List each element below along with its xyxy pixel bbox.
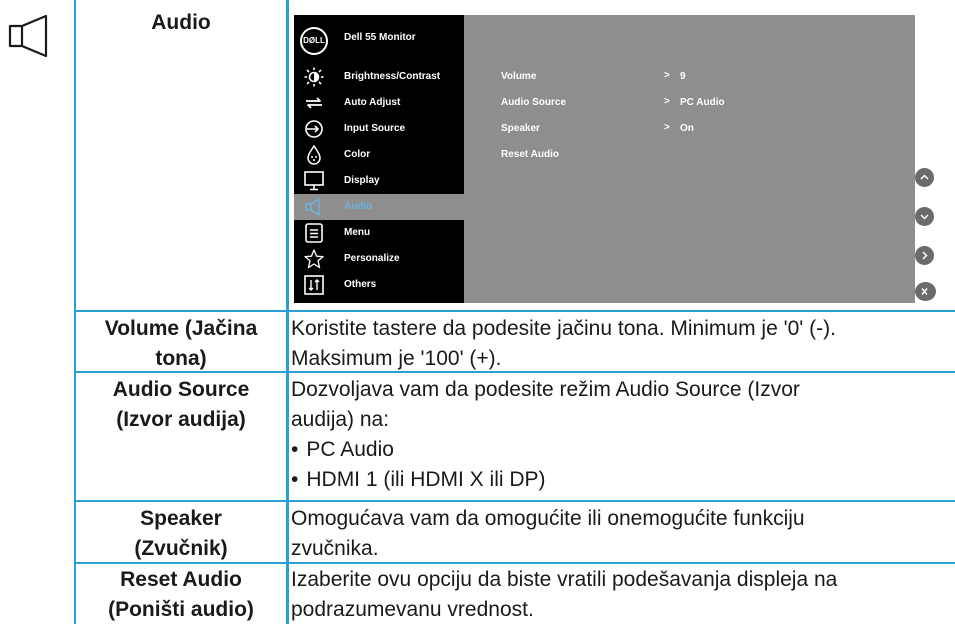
row-label-line: Speaker — [140, 507, 222, 530]
setting-volume-label[interactable]: Volume — [501, 71, 536, 82]
menu-item-label: Menu — [344, 227, 371, 238]
menu-item-personalize[interactable]: Personalize — [294, 246, 464, 272]
bullet-text: HDMI 1 (ili HDMI X ili DP) — [306, 468, 546, 491]
input-source-icon — [305, 120, 323, 138]
bullet-item: PC Audio — [291, 435, 951, 465]
row-label-line: Volume (Jačina — [104, 317, 258, 340]
desc-line: zvučnika. — [291, 537, 379, 560]
menu-item-brightness-contrast[interactable]: Brightness/Contrast — [294, 64, 464, 90]
chevron-right-icon: > — [664, 96, 670, 107]
chevron-up-icon — [920, 174, 929, 180]
menu-icon — [305, 223, 323, 243]
menu-item-label: Personalize — [344, 253, 400, 264]
display-icon — [304, 171, 324, 191]
row-desc-volume: Koristite tastere da podesite jačinu ton… — [291, 314, 951, 374]
row-desc-speaker: Omogućava vam da omogućite ili onemogući… — [291, 504, 951, 564]
brightness-icon — [304, 67, 324, 87]
row-label-line: (Zvučnik) — [134, 537, 228, 560]
osd-menu: DØLL Dell 55 Monitor Brightness/Contrast… — [294, 15, 915, 303]
desc-line: Maksimum je '100' (+). — [291, 347, 502, 370]
desc-line: Izaberite ovu opciju da biste vratili po… — [291, 568, 838, 591]
menu-item-label: Audio — [344, 201, 373, 212]
row-label-line: Reset Audio — [120, 568, 242, 591]
grid-line — [286, 0, 289, 624]
bullet-text: PC Audio — [306, 438, 394, 461]
chevron-right-icon: > — [664, 122, 670, 133]
osd-sidebar: DØLL Dell 55 Monitor Brightness/Contrast… — [294, 15, 464, 303]
row-label-line: (Poništi audio) — [108, 598, 254, 621]
dell-logo: DØLL — [300, 27, 328, 55]
enter-button[interactable] — [915, 246, 934, 265]
grid-line — [74, 0, 76, 624]
row-label-line: Audio Source — [112, 378, 250, 401]
menu-item-auto-adjust[interactable]: Auto Adjust — [294, 90, 464, 116]
menu-item-label: Auto Adjust — [344, 97, 401, 108]
menu-item-label: Others — [344, 279, 377, 290]
setting-audio-source-value: PC Audio — [680, 97, 725, 108]
menu-item-others[interactable]: Others — [294, 272, 464, 298]
monitor-model: Dell 55 Monitor — [344, 32, 416, 43]
menu-item-input-source[interactable]: Input Source — [294, 116, 464, 142]
grid-line — [74, 500, 955, 502]
menu-item-label: Input Source — [344, 123, 406, 134]
menu-item-audio[interactable]: Audio — [294, 194, 464, 220]
row-desc-reset-audio: Izaberite ovu opciju da biste vratili po… — [291, 565, 951, 625]
setting-speaker-value: On — [680, 123, 694, 134]
desc-line: Omogućava vam da omogućite ili onemogući… — [291, 507, 805, 530]
row-label-volume: Volume (Jačina tona) — [78, 314, 284, 374]
row-desc-audio-source: Dozvoljava vam da podesite režim Audio S… — [291, 375, 951, 495]
close-icon — [921, 287, 935, 296]
desc-line: podrazumevanu vrednost. — [291, 598, 534, 621]
desc-line: Koristite tastere da podesite jačinu ton… — [291, 317, 836, 340]
row-label-line: (Izvor audija) — [116, 408, 246, 431]
up-button[interactable] — [915, 168, 934, 187]
star-icon — [304, 249, 324, 269]
section-title: Audio — [151, 11, 211, 34]
chevron-down-icon — [920, 214, 929, 220]
menu-item-label: Color — [344, 149, 371, 160]
setting-speaker-label[interactable]: Speaker — [501, 123, 540, 134]
row-label-speaker: Speaker (Zvučnik) — [78, 504, 284, 564]
color-icon — [307, 145, 321, 165]
chevron-right-icon: > — [664, 70, 670, 81]
down-button[interactable] — [915, 207, 934, 226]
desc-line: audija) na: — [291, 408, 390, 431]
row-label-reset-audio: Reset Audio (Poništi audio) — [78, 565, 284, 625]
grid-line — [74, 310, 955, 312]
setting-reset-audio-label[interactable]: Reset Audio — [501, 149, 559, 160]
menu-item-label: Brightness/Contrast — [344, 71, 441, 82]
chevron-right-icon — [922, 251, 928, 260]
setting-audio-source-label[interactable]: Audio Source — [501, 97, 566, 108]
speaker-icon — [8, 14, 48, 58]
bullet-item: HDMI 1 (ili HDMI X ili DP) — [291, 465, 951, 495]
setting-volume-value: 9 — [680, 71, 686, 82]
speaker-icon — [305, 198, 320, 216]
row-label-line: tona) — [155, 347, 207, 370]
desc-line: Dozvoljava vam da podesite režim Audio S… — [291, 378, 800, 401]
row-label-audio-source: Audio Source (Izvor audija) — [78, 375, 284, 435]
menu-item-menu[interactable]: Menu — [294, 220, 464, 246]
others-icon — [304, 275, 324, 295]
exit-button[interactable] — [915, 282, 936, 301]
menu-item-color[interactable]: Color — [294, 142, 464, 168]
menu-item-display[interactable]: Display — [294, 168, 464, 194]
menu-item-label: Display — [344, 175, 380, 186]
auto-adjust-icon — [306, 97, 322, 109]
